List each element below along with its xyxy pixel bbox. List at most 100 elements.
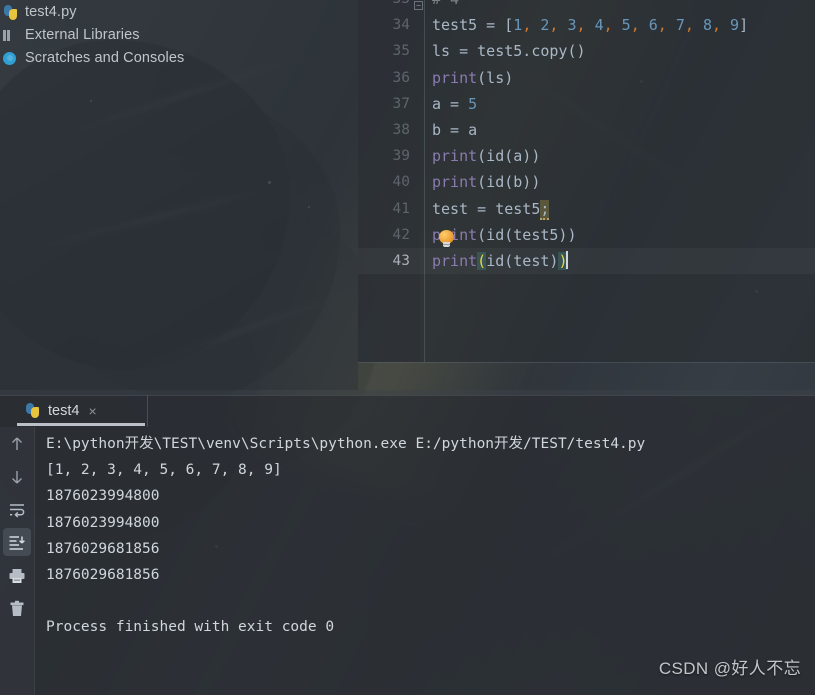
scratches-icon (2, 49, 20, 67)
code-token: (ls) (477, 68, 514, 87)
console-output-line: [1, 2, 3, 4, 5, 6, 7, 8, 9] (46, 462, 282, 479)
console-output-line: 1876029681856 (46, 540, 160, 557)
console-output-line: E:\python开发\TEST\venv\Scripts\python.exe… (46, 436, 646, 452)
code-token: print (432, 173, 478, 192)
sidebar-item-label: External Libraries (25, 26, 140, 43)
intention-bulb-icon[interactable] (439, 230, 454, 249)
line-number: 38 (392, 121, 410, 138)
code-text: a = 5 (432, 91, 477, 117)
line-number: 41 (392, 200, 410, 217)
code-text: print(id(b)) (432, 169, 540, 195)
code-token: 4 (594, 16, 604, 35)
sidebar-item-test4-py[interactable]: test4.py (0, 0, 358, 23)
code-editor[interactable]: − 33# 434test5 = [1, 2, 3, 4, 5, 6, 7, 8… (358, 0, 815, 362)
code-line-list: 33# 434test5 = [1, 2, 3, 4, 5, 6, 7, 8, … (358, 0, 815, 274)
code-token: print (432, 251, 478, 270)
sidebar-item-scratches-and-consoles[interactable]: Scratches and Consoles (0, 46, 358, 69)
code-token: print (432, 68, 478, 87)
console-output-line: 1876029681856 (46, 566, 160, 583)
code-token: 8 (702, 16, 712, 35)
code-token: (id(a)) (477, 147, 541, 166)
arrow-down-icon (12, 471, 22, 484)
clear-all-button[interactable] (0, 592, 34, 625)
code-token: 6 (648, 16, 658, 35)
print-button[interactable] (0, 559, 34, 592)
code-token: , (603, 16, 622, 35)
active-tab-underline (17, 423, 145, 426)
line-number: 35 (392, 43, 410, 60)
library-icon (2, 26, 20, 44)
console-tab-test4[interactable]: test4 × (17, 397, 103, 425)
code-token: , (684, 16, 703, 35)
scroll-to-end-icon (9, 536, 25, 550)
code-token: 1 (513, 16, 523, 35)
soft-wrap-icon (10, 504, 25, 518)
code-token: test = test5 (432, 199, 541, 218)
editor-bottom-divider (358, 362, 815, 363)
python-file-icon (25, 403, 41, 419)
code-line[interactable]: 41 test = test5; (358, 196, 815, 222)
console-tab-label: test4 (48, 403, 80, 419)
code-token: a = (432, 94, 469, 113)
code-line[interactable]: 39 print(id(a)) (358, 143, 815, 169)
trash-icon (10, 600, 24, 616)
code-token: , (657, 16, 676, 35)
code-line[interactable]: 40 print(id(b)) (358, 169, 815, 195)
code-line[interactable]: 37 a = 5 (358, 91, 815, 117)
line-number: 36 (392, 69, 410, 86)
line-number: 43 (392, 252, 410, 269)
code-line[interactable]: 33 # 4 (358, 0, 815, 12)
code-token: b = a (432, 120, 478, 139)
close-icon[interactable]: × (88, 404, 96, 418)
csdn-watermark: CSDN @好人不忘 (658, 659, 801, 678)
code-token: , (711, 16, 731, 35)
code-token: , (576, 16, 595, 35)
code-line[interactable]: 34 test5 = [1, 2, 3, 4, 5, 6, 7, 8, 9] (358, 12, 815, 38)
soft-wrap-button[interactable] (0, 493, 34, 526)
line-number: 40 (392, 174, 410, 191)
code-token: , (549, 16, 568, 35)
tab-strip-divider (147, 395, 148, 427)
line-number: 42 (392, 226, 410, 243)
sidebar-item-label: test4.py (25, 3, 77, 20)
code-token: 5 (468, 94, 478, 113)
code-token: ; (540, 199, 550, 220)
scroll-up-button[interactable] (0, 427, 34, 460)
console-output-line: Process finished with exit code 0 (46, 619, 335, 636)
scroll-to-end-button[interactable] (0, 526, 34, 559)
console-toolbar (0, 427, 34, 695)
code-line[interactable]: 43 print(id(test)) (358, 248, 815, 274)
scroll-down-button[interactable] (0, 460, 34, 493)
console-tab-strip: test4 × (0, 395, 815, 427)
code-token: ( (477, 251, 487, 270)
console-toolbar-divider (34, 427, 35, 695)
code-token: 9 (730, 16, 740, 35)
code-line[interactable]: 36 print(ls) (358, 65, 815, 91)
arrow-up-icon (12, 437, 22, 450)
code-token: print (432, 147, 478, 166)
code-text: # 4 (432, 0, 459, 12)
code-text: print(id(a)) (432, 143, 540, 169)
code-token: ls = test5.copy() (432, 42, 586, 61)
code-token: id(test) (486, 251, 559, 270)
pycharm-window: test4.py External Libraries Scratches an… (0, 0, 815, 695)
code-text: b = a (432, 117, 477, 143)
code-token: 3 (567, 16, 577, 35)
console-output-line: 1876023994800 (46, 488, 160, 505)
project-tree-panel[interactable]: test4.py External Libraries Scratches an… (0, 0, 358, 390)
code-line[interactable]: 42 print(id(test5)) (358, 222, 815, 248)
code-token: (id(test5)) (477, 225, 577, 244)
printer-icon (9, 569, 25, 583)
sidebar-item-external-libraries[interactable]: External Libraries (0, 23, 358, 46)
text-caret (566, 250, 568, 269)
code-line[interactable]: 35 ls = test5.copy() (358, 38, 815, 64)
code-text: test = test5; (432, 196, 550, 222)
code-token: 7 (675, 16, 685, 35)
console-output-text[interactable]: E:\python开发\TEST\venv\Scripts\python.exe… (46, 431, 806, 641)
code-line[interactable]: 38 b = a (358, 117, 815, 143)
line-number: 34 (392, 17, 410, 34)
sidebar-item-label: Scratches and Consoles (25, 49, 185, 66)
code-token: (id(b)) (477, 173, 541, 192)
code-text: test5 = [1, 2, 3, 4, 5, 6, 7, 8, 9] (432, 12, 748, 38)
